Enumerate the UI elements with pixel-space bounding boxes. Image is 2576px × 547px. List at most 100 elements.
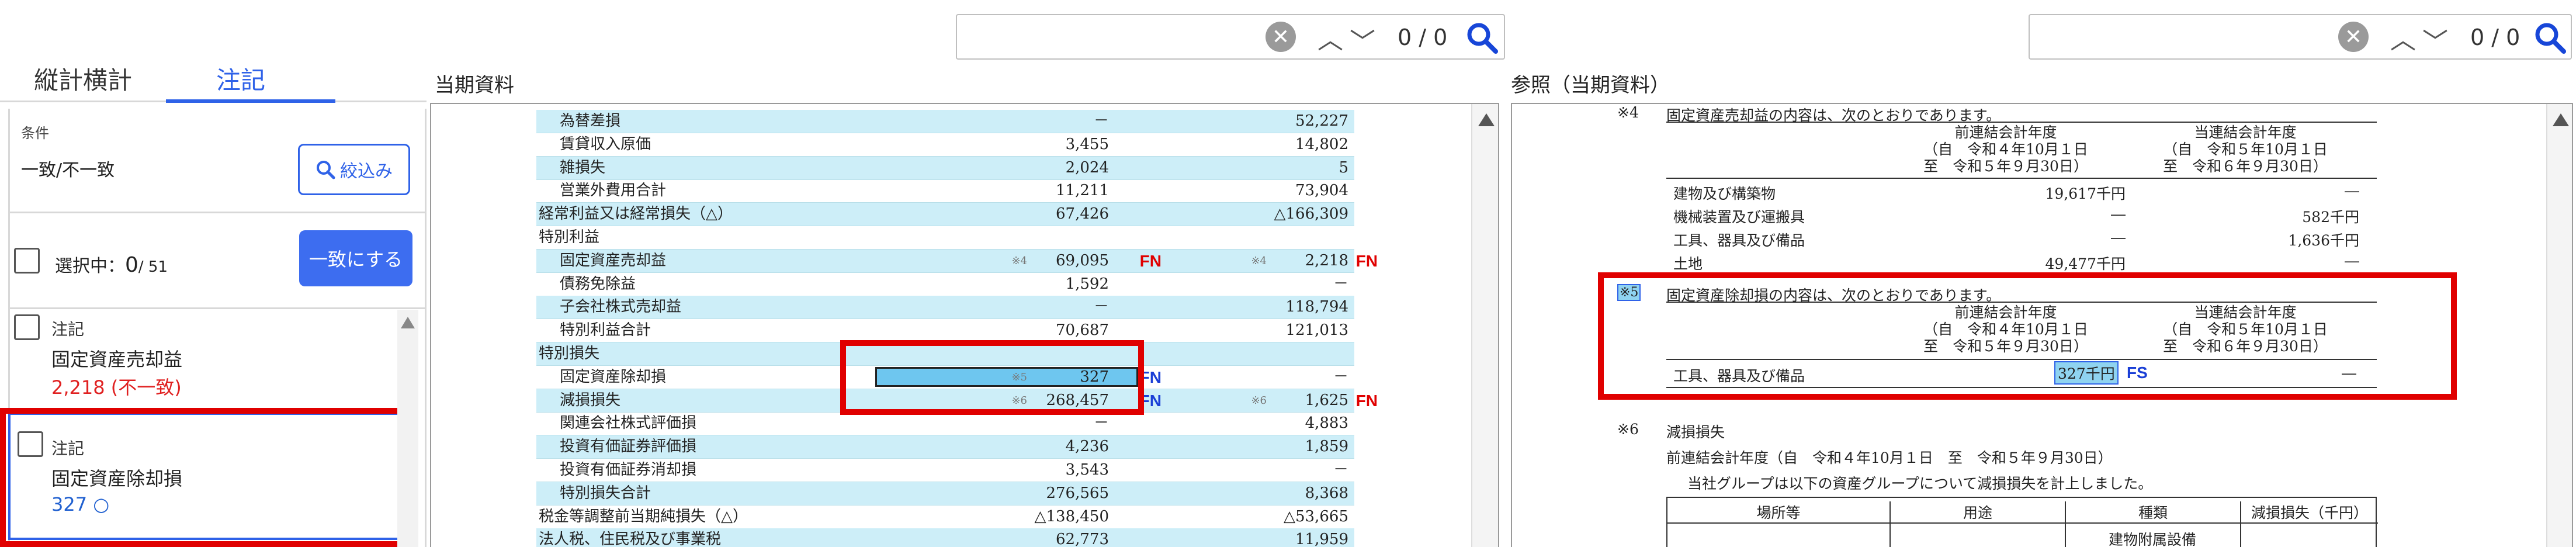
table-cell: 建物附属設備	[2108, 531, 2196, 547]
condition-label: 条件	[21, 125, 49, 141]
row-value-current: －	[1333, 275, 1348, 293]
row-value-current: 582千円	[2302, 209, 2359, 226]
table-row: 特別損失合計 276,565 8,368	[536, 482, 1354, 506]
select-all-checkbox[interactable]	[14, 248, 40, 274]
row-label: 減損損失	[560, 391, 621, 409]
row-label: 特別利益	[539, 229, 600, 246]
col-header-line: （自 令和５年10月１日	[2163, 141, 2328, 158]
row-value-current: ―	[2345, 252, 2359, 269]
search-icon	[317, 161, 335, 179]
search-input-right[interactable]	[2033, 19, 2337, 55]
note-mark: ※4	[1617, 104, 1639, 121]
tab-vertical-horizontal-check[interactable]: 縦計横計	[34, 61, 132, 96]
search-input-left[interactable]	[961, 19, 1264, 55]
table-row: 特別利益	[536, 226, 1354, 250]
list-scrollbar[interactable]	[397, 310, 418, 547]
item-value: 2,218 (不一致)	[51, 376, 182, 399]
highlight-frame	[0, 408, 409, 547]
doc-scrollbar[interactable]	[2546, 104, 2572, 547]
row-value-current: 11,959	[1295, 531, 1348, 547]
table-row: 雑損失 2,024 5	[536, 156, 1354, 180]
table-rule	[1666, 178, 2377, 179]
row-value-prior: 49,477千円	[2045, 255, 2126, 272]
col-header: 減損損失（千円）	[2240, 501, 2378, 547]
col-header-line: 至 令和６年９月30日）	[2163, 158, 2328, 175]
search-bar-left: ✕ ︿ ﹀ 0 / 0	[956, 14, 1505, 60]
note-ref: ※4	[1251, 254, 1267, 267]
current-highlight-frame	[840, 340, 1144, 415]
row-value-current: △166,309	[1274, 205, 1348, 223]
table-row: 法人税、住民税及び事業税 62,773 11,959	[536, 528, 1354, 547]
row-label: 投資有価証券消却損	[560, 461, 697, 479]
row-value-prior: 276,565	[1046, 484, 1109, 502]
condition-value: 一致/不一致	[21, 160, 115, 181]
row-value-prior: 4,236	[1065, 438, 1109, 456]
col-header-line: 前連結会計年度	[1954, 124, 2057, 141]
selection-total: / 51	[138, 258, 168, 276]
table-row: 建物及び構築物 19,617千円 ―	[1666, 180, 2377, 203]
search-icon[interactable]	[1465, 21, 1499, 55]
list-item[interactable]: 注記 固定資産売却益 2,218 (不一致)	[8, 310, 405, 399]
col-header-prior: 前連結会計年度 （自 令和４年10月１日 至 令和５年９月30日）	[1868, 124, 2143, 175]
row-value-prior: 69,095	[1056, 251, 1109, 269]
row-value-prior: －	[1093, 298, 1109, 316]
row-value-prior: －	[1093, 112, 1109, 130]
tab-notes[interactable]: 注記	[216, 61, 265, 96]
note-mark: ※6	[1617, 421, 1639, 438]
row-label: 為替差損	[560, 112, 621, 130]
row-label: 特別損失	[539, 345, 600, 362]
row-value-prior: 62,773	[1056, 531, 1109, 547]
row-value-prior: 1,592	[1065, 275, 1109, 293]
row-label: 投資有価証券評価損	[560, 438, 697, 456]
item-type: 注記	[51, 320, 85, 339]
row-value-prior: ―	[2111, 229, 2126, 246]
table-row: 子会社株式売却益 － 118,794	[536, 296, 1354, 320]
next-match-icon[interactable]: ﹀	[1350, 21, 1375, 58]
row-value-prior: 3,455	[1065, 135, 1109, 153]
table-row: 固定資産売却益 69,095 2,218 ※4 ※4 FN FN	[536, 249, 1378, 273]
row-value-current: 1,636千円	[2288, 232, 2359, 249]
doc-scrollbar[interactable]	[1471, 104, 1498, 547]
item-checkbox[interactable]	[14, 314, 40, 340]
row-label: 土地	[1673, 255, 1703, 272]
row-label: 子会社株式売却益	[560, 298, 682, 316]
financial-table: 為替差損 － 52,227 賃貸収入原価 3,455 14,802 雑損失 2,024 5 営業外…	[536, 110, 1378, 547]
filter-button[interactable]: 絞込み	[298, 144, 410, 195]
row-value-current: 5	[1339, 158, 1348, 176]
row-value-current: ―	[2345, 182, 2359, 199]
scroll-up-icon[interactable]	[401, 317, 415, 328]
col-header: 用途	[1889, 501, 2065, 547]
scroll-up-icon[interactable]	[1478, 113, 1495, 126]
fn-marker[interactable]: FN	[1356, 389, 1378, 412]
match-button[interactable]: 一致にする	[299, 230, 412, 286]
row-label: 固定資産除却損	[560, 368, 667, 386]
search-icon[interactable]	[2533, 21, 2567, 55]
row-value-current: △53,665	[1284, 507, 1348, 525]
next-match-icon[interactable]: ﹀	[2422, 21, 2448, 58]
note-ref: ※6	[1251, 394, 1267, 407]
item-title: 固定資産売却益	[51, 348, 183, 371]
col-header-current: 当連結会計年度 （自 令和５年10月１日 至 令和６年９月30日）	[2108, 124, 2383, 175]
reference-highlight-frame	[1598, 272, 2457, 400]
prev-match-icon[interactable]: ︿	[1318, 19, 1343, 56]
row-label: 機械装置及び運搬具	[1673, 209, 1805, 226]
row-label: 固定資産売却益	[560, 251, 667, 269]
clear-search-icon[interactable]: ✕	[1266, 22, 1296, 52]
current-doc-panel: 為替差損 － 52,227 賃貸収入原価 3,455 14,802 雑損失 2,024 5 営業外…	[430, 103, 1499, 547]
selection-count: 0	[125, 253, 138, 277]
selection-text: 選択中：	[55, 256, 125, 276]
row-value-current: 121,013	[1285, 321, 1348, 340]
row-value-prior: ―	[2111, 206, 2126, 223]
fn-marker[interactable]: FN	[1356, 250, 1378, 272]
prev-match-icon[interactable]: ︿	[2390, 19, 2416, 56]
col-header: 場所等	[1756, 504, 1801, 521]
row-label: 特別損失合計	[560, 484, 651, 502]
row-value-prior: △138,450	[1034, 507, 1109, 525]
scroll-up-icon[interactable]	[2553, 113, 2569, 126]
row-label: 建物及び構築物	[1673, 185, 1776, 202]
row-value-current: 14,802	[1295, 135, 1348, 153]
clear-search-icon[interactable]: ✕	[2338, 22, 2369, 52]
table-row: 税金等調整前当期純損失（△） △138,450 △53,665	[536, 506, 1354, 529]
table-rule	[1666, 122, 2377, 123]
fn-marker[interactable]: FN	[1140, 250, 1162, 272]
